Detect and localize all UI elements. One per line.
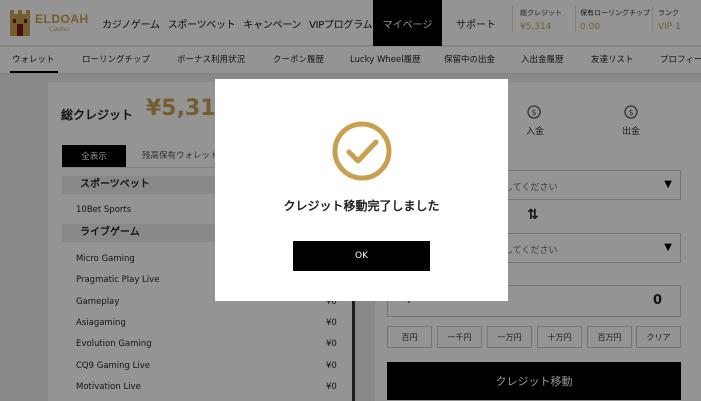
- success-dialog: クレジット移動完了しました OK: [215, 79, 508, 301]
- ok-button[interactable]: OK: [293, 241, 430, 271]
- dialog-message: クレジット移動完了しました: [283, 199, 440, 213]
- checkmark-circle-icon: [332, 121, 392, 181]
